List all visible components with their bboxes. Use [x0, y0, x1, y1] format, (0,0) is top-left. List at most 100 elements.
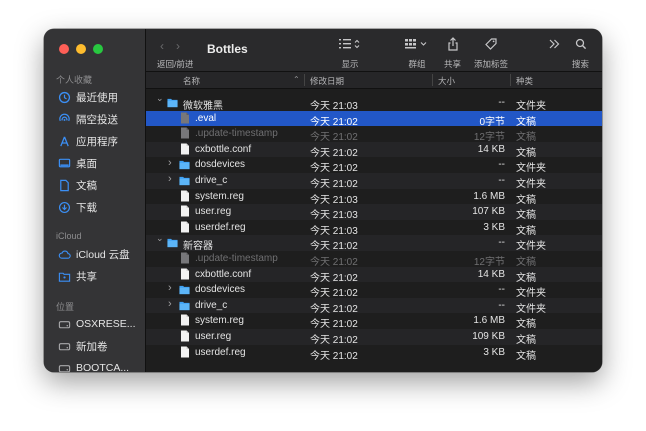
sidebar-item-bootcamp[interactable]: BOOTCA... — [58, 360, 129, 372]
sidebar-item-icloud-drive[interactable]: iCloud 云盘 — [58, 246, 130, 262]
view-button[interactable]: 显示 — [338, 37, 362, 70]
group-button[interactable]: 群组 — [404, 37, 430, 70]
chevron-down-icon[interactable]: ⌄ — [156, 93, 164, 104]
table-row[interactable]: › drive_c 今天 21:02 -- 文件夹 — [146, 297, 602, 315]
file-icon — [180, 127, 191, 139]
file-icon — [180, 252, 191, 264]
sidebar-item-recents[interactable]: 最近使用 — [58, 89, 118, 105]
chevron-down-icon[interactable]: ⌄ — [156, 233, 164, 244]
file-name: drive_c — [195, 175, 228, 186]
file-name: .eval — [195, 112, 217, 124]
column-kind[interactable]: 种类 — [516, 75, 533, 87]
table-row[interactable]: userdef.reg 今天 21:03 3 KB 文稿 — [146, 220, 602, 237]
search-button[interactable]: 搜索 — [572, 37, 589, 70]
table-row[interactable]: system.reg 今天 21:02 1.6 MB 文稿 — [146, 313, 602, 330]
share-button[interactable]: 共享 — [444, 37, 461, 70]
table-row[interactable]: system.reg 今天 21:03 1.6 MB 文稿 — [146, 189, 602, 206]
table-row[interactable]: .eval 今天 21:02 0字节 文稿 — [146, 110, 602, 128]
table-row[interactable]: .update-timestamp 今天 21:02 12字节 文稿 — [146, 126, 602, 143]
folder-icon — [179, 284, 190, 295]
forward-arrow-icon[interactable]: › — [176, 39, 180, 53]
column-divider[interactable] — [304, 74, 305, 86]
table-row[interactable]: › drive_c 今天 21:02 -- 文件夹 — [146, 173, 602, 190]
sidebar-item-documents[interactable]: 文稿 — [58, 177, 97, 193]
file-icon — [180, 143, 191, 155]
table-row[interactable]: cxbottle.conf 今天 21:02 14 KB 文稿 — [146, 266, 602, 284]
nav-arrows: ‹ › — [160, 39, 180, 53]
file-name: dosdevices — [195, 159, 246, 171]
file-name: user.reg — [195, 206, 232, 218]
chevron-right-icon[interactable]: › — [168, 157, 172, 169]
file-size: -- — [498, 97, 505, 108]
back-arrow-icon[interactable]: ‹ — [160, 39, 164, 53]
search-button-label: 搜索 — [572, 59, 590, 69]
chevron-right-icon[interactable]: › — [168, 282, 172, 294]
sidebar-item-label: 文稿 — [76, 179, 97, 192]
sidebar-section-icloud: iCloud — [56, 231, 82, 241]
column-divider[interactable] — [510, 74, 511, 86]
chevron-right-icon[interactable]: › — [168, 173, 172, 185]
file-name: userdef.reg — [195, 221, 246, 233]
sidebar-item-osxreserved[interactable]: OSXRESE... — [58, 316, 136, 332]
chevron-right-icon[interactable]: › — [168, 298, 172, 310]
sidebar-item-shared[interactable]: 共享 — [58, 268, 97, 284]
minimize-button[interactable] — [76, 44, 86, 54]
file-date: 今天 21:02 — [310, 350, 358, 362]
close-button[interactable] — [59, 44, 69, 54]
table-row[interactable]: ⌄ 微软雅黑 今天 21:03 -- 文件夹 — [146, 93, 602, 112]
airdrop-icon — [58, 113, 71, 126]
file-size: 109 KB — [472, 331, 505, 342]
file-name: drive_c — [195, 299, 228, 311]
sidebar-item-label: 共享 — [76, 270, 97, 283]
file-name: cxbottle.conf — [195, 143, 252, 155]
file-name: user.reg — [195, 331, 232, 342]
table-row[interactable]: user.reg 今天 21:03 107 KB 文稿 — [146, 204, 602, 221]
file-size: 14 KB — [477, 143, 505, 155]
folder-icon — [179, 175, 190, 186]
shared-folder-icon — [58, 270, 71, 283]
sidebar-item-applications[interactable]: 应用程序 — [58, 133, 118, 149]
table-row[interactable]: cxbottle.conf 今天 21:02 14 KB 文稿 — [146, 141, 602, 159]
view-button-label: 显示 — [341, 59, 359, 69]
sort-ascending-icon[interactable]: ⌃ — [293, 75, 300, 84]
sidebar-item-label: 桌面 — [76, 157, 97, 170]
sidebar-item-desktop[interactable]: 桌面 — [58, 155, 97, 171]
sidebar-item-label: 隔空投送 — [76, 113, 118, 126]
folder-icon — [167, 97, 178, 108]
file-kind: 文稿 — [516, 350, 536, 362]
file-size: -- — [498, 175, 505, 186]
sidebar-section-favorites: 个人收藏 — [56, 75, 93, 85]
column-divider[interactable] — [432, 74, 433, 86]
column-name[interactable]: 名称 — [183, 75, 200, 87]
sidebar-item-new-volume[interactable]: 新加卷 — [58, 338, 108, 354]
column-date[interactable]: 修改日期 — [310, 75, 344, 87]
disk-icon — [58, 340, 71, 353]
sidebar-item-label: BOOTCA... — [76, 362, 130, 372]
more-button[interactable] — [548, 37, 560, 51]
sidebar-item-airdrop[interactable]: 隔空投送 — [58, 111, 118, 127]
table-row[interactable]: userdef.reg 今天 21:02 3 KB 文稿 — [146, 345, 602, 362]
clock-icon — [58, 91, 71, 104]
file-icon — [180, 112, 191, 124]
tag-icon — [484, 37, 498, 51]
sidebar-section-locations: 位置 — [56, 302, 75, 312]
file-size: 1.6 MB — [473, 315, 505, 327]
main-area: ‹ › 返回/前进 Bottles 显示 群组 共享 添加标签 搜索 名称 ⌃ … — [146, 29, 602, 372]
file-icon — [180, 205, 191, 217]
file-icon — [180, 268, 191, 280]
disk-icon — [58, 318, 71, 331]
table-row[interactable]: user.reg 今天 21:02 109 KB 文稿 — [146, 329, 602, 346]
table-row[interactable]: › dosdevices 今天 21:02 -- 文件夹 — [146, 282, 602, 299]
file-size: -- — [498, 237, 505, 249]
column-size[interactable]: 大小 — [438, 75, 455, 87]
file-name: userdef.reg — [195, 346, 246, 358]
zoom-button[interactable] — [93, 44, 103, 54]
sidebar-item-downloads[interactable]: 下载 — [58, 199, 97, 215]
table-row[interactable]: .update-timestamp 今天 21:02 12字节 文稿 — [146, 251, 602, 268]
file-size: 3 KB — [483, 221, 505, 233]
sidebar-item-label: 最近使用 — [76, 91, 118, 104]
table-row[interactable]: › dosdevices 今天 21:02 -- 文件夹 — [146, 157, 602, 174]
file-size: -- — [498, 299, 505, 311]
table-row[interactable]: ⌄ 新容器 今天 21:02 -- 文件夹 — [146, 233, 602, 252]
add-tag-button[interactable]: 添加标签 — [474, 37, 508, 70]
